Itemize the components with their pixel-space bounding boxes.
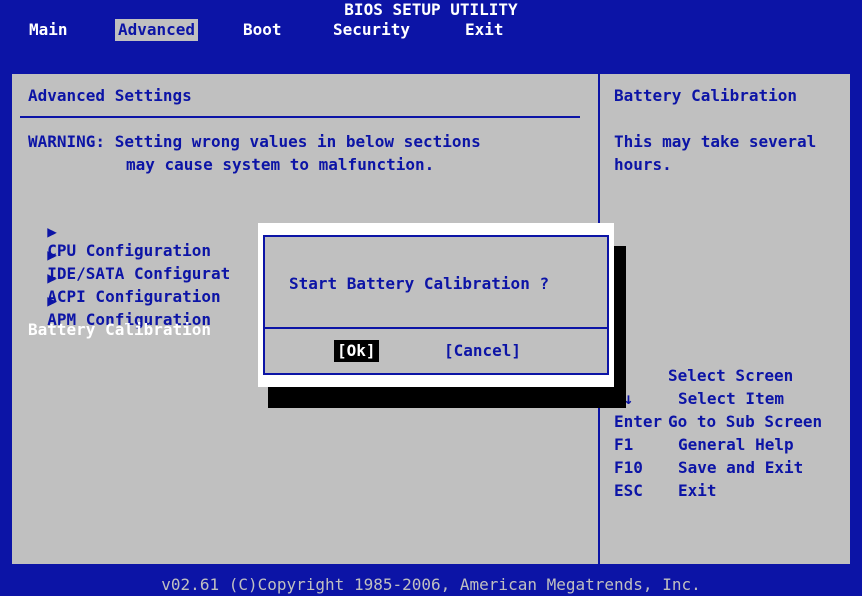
menu-item-battery-calibration[interactable]: Battery Calibration	[28, 320, 211, 339]
dialog-question: Start Battery Calibration ?	[289, 274, 550, 293]
key-description: Go to Sub Screen	[668, 412, 823, 431]
section-heading: Advanced Settings	[28, 86, 192, 105]
esc-key: ESC	[614, 481, 643, 500]
menu-exit[interactable]: Exit	[462, 19, 507, 41]
ok-button[interactable]: [Ok]	[334, 340, 379, 362]
section-rule	[20, 116, 580, 118]
copyright-footer: v02.61 (C)Copyright 1985-2006, American …	[0, 574, 862, 596]
title-bar: BIOS SETUP UTILITY	[0, 0, 862, 19]
help-description-2: hours.	[614, 155, 672, 174]
dialog-divider	[263, 327, 609, 329]
enter-key: Enter	[614, 412, 663, 431]
menu-security[interactable]: Security	[330, 19, 413, 41]
dialog-body	[263, 235, 609, 375]
help-title: Battery Calibration	[614, 86, 798, 105]
key-description: Select Screen	[668, 366, 794, 385]
key-description: Save and Exit	[678, 458, 804, 477]
f10-key: F10	[614, 458, 643, 477]
key-description: General Help	[678, 435, 794, 454]
menu-advanced[interactable]: Advanced	[115, 19, 199, 41]
menu-bar: Main Advanced Boot Security Exit	[0, 19, 862, 59]
f1-key: F1	[614, 435, 634, 454]
cancel-button[interactable]: [Cancel]	[444, 340, 521, 362]
help-description-1: This may take several	[614, 132, 817, 151]
submenu-arrow-icon: ▶	[47, 291, 57, 310]
menu-boot[interactable]: Boot	[240, 19, 285, 41]
key-description: Exit	[678, 481, 717, 500]
warning-line-2: may cause system to malfunction.	[126, 155, 435, 174]
key-description: Select Item	[678, 389, 784, 408]
menu-main[interactable]: Main	[26, 19, 71, 41]
warning-line-1: WARNING: Setting wrong values in below s…	[28, 132, 481, 151]
